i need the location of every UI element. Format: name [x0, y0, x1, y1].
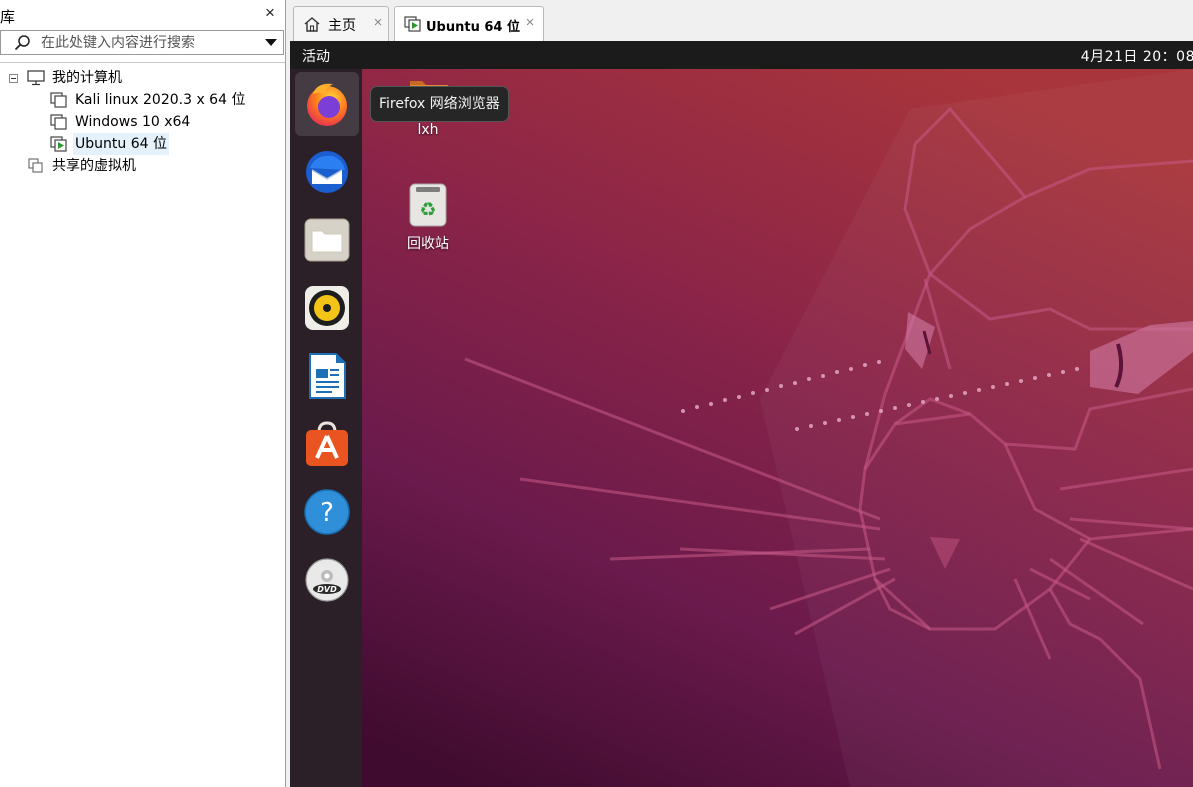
library-title: 库: [0, 9, 16, 26]
vm-tree: 我的计算机 Kali linux 2020.3 x 64 位 Windows 1…: [0, 67, 285, 177]
clock[interactable]: 4月21日 20：08: [1081, 46, 1193, 66]
dvd-icon: DVD: [305, 558, 349, 602]
library-header: 库 ×: [0, 0, 285, 30]
tree-item-label: Kali linux 2020.3 x 64 位: [75, 92, 246, 108]
dock-ubuntu-software[interactable]: [295, 412, 359, 476]
ubuntu-top-bar: 活动 4月21日 20：08: [290, 41, 1193, 69]
search-dropdown-arrow-icon[interactable]: [265, 39, 277, 46]
tree-item-label: Ubuntu 64 位: [73, 133, 169, 155]
tree-item-label: 我的计算机: [52, 70, 122, 86]
rhythmbox-icon: [305, 286, 349, 330]
vm-screen[interactable]: 活动 4月21日 20：08 ? DVD lxh ♻ 回收站 Firefox 网…: [290, 41, 1193, 787]
dock-tooltip: Firefox 网络浏览器: [370, 86, 509, 122]
tab-bar: 主页 × Ubuntu 64 位 ×: [289, 0, 1193, 41]
vm-workspace: 主页 × Ubuntu 64 位 × 活动 4月21日 20：08 ? DVD …: [289, 0, 1193, 787]
svg-text:?: ?: [320, 498, 334, 528]
help-icon: ?: [304, 489, 350, 535]
tree-item-label: Windows 10 x64: [75, 114, 191, 130]
svg-text:DVD: DVD: [317, 585, 337, 594]
dock-help[interactable]: ?: [295, 480, 359, 544]
thunderbird-icon: [306, 151, 348, 193]
dock-firefox[interactable]: [295, 72, 359, 136]
vm-icon: [50, 92, 67, 108]
library-close-button[interactable]: ×: [261, 4, 279, 22]
shared-vms-icon: [28, 158, 43, 173]
firefox-icon: [307, 83, 347, 126]
divider: [0, 62, 285, 63]
tree-item-vm-ubuntu[interactable]: Ubuntu 64 位: [0, 133, 285, 155]
svg-text:♻: ♻: [419, 199, 436, 221]
tree-item-vm-windows[interactable]: Windows 10 x64: [0, 111, 285, 133]
ubuntu-software-icon: [306, 421, 348, 466]
tree-item-vm-kali[interactable]: Kali linux 2020.3 x 64 位: [0, 89, 285, 111]
files-icon: [304, 218, 350, 262]
ubuntu-dock: ? DVD: [290, 69, 362, 787]
dock-files[interactable]: [295, 208, 359, 272]
dock-libreoffice-writer[interactable]: [295, 344, 359, 408]
vm-icon: [50, 114, 67, 130]
ubuntu-wallpaper: [290, 69, 1193, 787]
tab-label: Ubuntu 64 位: [426, 20, 520, 35]
library-search-input[interactable]: [41, 33, 256, 52]
search-icon: [14, 35, 30, 51]
trash-icon: ♻: [409, 183, 447, 227]
tab-ubuntu[interactable]: Ubuntu 64 位 ×: [394, 6, 544, 41]
collapse-toggle-icon[interactable]: [9, 74, 18, 83]
home-icon: [304, 17, 320, 32]
library-panel: 库 × 我的计算机 Kali linux 2020.3 x 64 位: [0, 0, 286, 787]
tree-item-shared-vms[interactable]: 共享的虚拟机: [0, 155, 285, 177]
dock-dvd[interactable]: DVD: [295, 548, 359, 612]
activities-button[interactable]: 活动: [302, 46, 330, 66]
dock-thunderbird[interactable]: [295, 140, 359, 204]
desktop-trash[interactable]: ♻ 回收站: [388, 182, 468, 252]
libreoffice-writer-icon: [309, 353, 346, 399]
tree-item-label: 共享的虚拟机: [52, 158, 136, 174]
desktop-icon-label: lxh: [417, 122, 439, 138]
tree-item-my-computer[interactable]: 我的计算机: [0, 67, 285, 89]
dock-rhythmbox[interactable]: [295, 276, 359, 340]
tab-label: 主页: [328, 18, 356, 34]
tab-home[interactable]: 主页 ×: [293, 6, 389, 41]
vm-running-icon: [50, 136, 67, 152]
desktop-icon-label: 回收站: [407, 236, 449, 252]
tab-close-icon[interactable]: ×: [371, 15, 385, 31]
tab-close-icon[interactable]: ×: [523, 15, 537, 31]
library-search-box[interactable]: [0, 30, 284, 55]
computer-icon: [27, 70, 45, 86]
vm-running-icon: [404, 16, 421, 32]
